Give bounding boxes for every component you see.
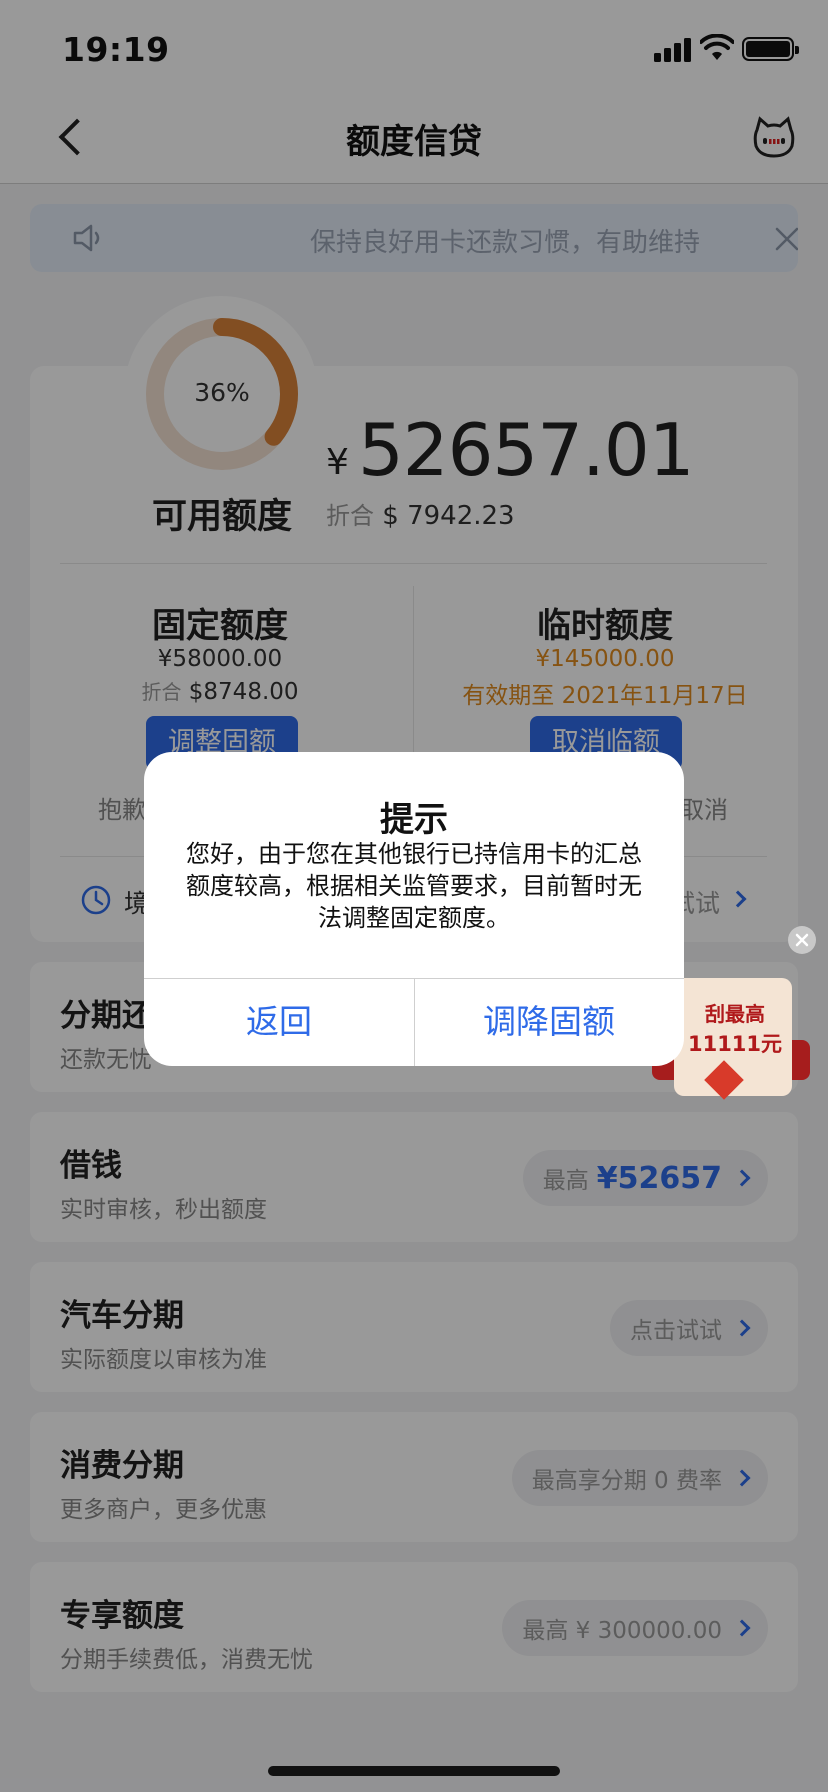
dialog-title: 提示 xyxy=(380,800,448,840)
promo-text: 刮最高 xyxy=(705,1002,765,1026)
promo-amount: 11111元 xyxy=(687,1032,783,1056)
close-icon xyxy=(795,933,809,947)
dialog-back-button[interactable]: 返回 xyxy=(144,979,414,1066)
alert-dialog: 提示 您好，由于您在其他银行已持信用卡的汇总额度较高，根据相关监管要求，目前暂时… xyxy=(144,752,684,1066)
home-indicator[interactable] xyxy=(268,1766,560,1776)
dialog-message: 您好，由于您在其他银行已持信用卡的汇总额度较高，根据相关监管要求，目前暂时无法调… xyxy=(186,840,642,932)
promo-close-button[interactable] xyxy=(788,926,816,954)
dialog-reduce-fixed-credit-button[interactable]: 调降固额 xyxy=(414,979,684,1066)
